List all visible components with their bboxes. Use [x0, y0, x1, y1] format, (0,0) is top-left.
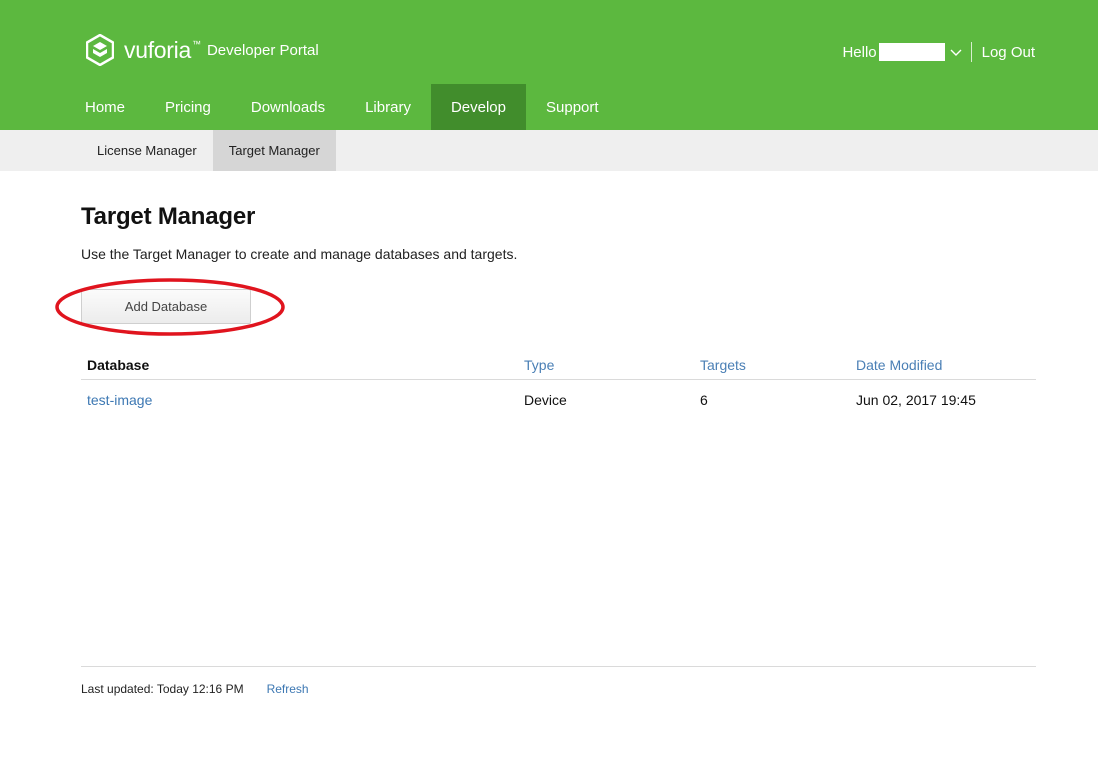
column-header-targets[interactable]: Targets [700, 354, 746, 376]
chevron-down-icon[interactable] [949, 45, 963, 59]
nav-item-pricing[interactable]: Pricing [145, 84, 231, 130]
nav-item-develop[interactable]: Develop [430, 84, 526, 130]
top-header: vuforia ™ Developer Portal Hello Log Out … [0, 0, 1098, 130]
refresh-link[interactable]: Refresh [267, 682, 309, 696]
username-redacted[interactable] [878, 43, 945, 61]
add-database-button[interactable]: Add Database [81, 289, 251, 324]
trademark-mark: ™ [191, 39, 201, 49]
main-nav: Home Pricing Downloads Library Develop S… [65, 84, 619, 130]
database-type: Device [524, 392, 567, 408]
logout-link[interactable]: Log Out [982, 44, 1035, 61]
column-header-type[interactable]: Type [524, 354, 554, 376]
nav-item-library[interactable]: Library [345, 84, 431, 130]
portal-name: Developer Portal [206, 41, 319, 59]
table-header: Database Type Targets Date Modified [81, 352, 1036, 380]
last-updated-text: Last updated: Today 12:16 PM [81, 682, 244, 696]
header-separator [970, 42, 972, 62]
nav-item-support[interactable]: Support [526, 84, 619, 130]
nav-item-home[interactable]: Home [65, 84, 145, 130]
vuforia-logo[interactable]: vuforia ™ Developer Portal [86, 33, 319, 67]
footer-status: Last updated: Today 12:16 PM Refresh [81, 682, 309, 696]
sub-nav: License Manager Target Manager [0, 130, 1098, 171]
table-row: test-image Device 6 Jun 02, 2017 19:45 [81, 380, 1036, 420]
hello-label: Hello [842, 43, 877, 61]
column-header-database[interactable]: Database [87, 354, 149, 376]
database-table: Database Type Targets Date Modified test… [81, 352, 1036, 420]
tab-license-manager[interactable]: License Manager [81, 130, 213, 171]
vuforia-logo-icon [86, 34, 114, 66]
database-date-modified: Jun 02, 2017 19:45 [856, 392, 976, 408]
database-name-link[interactable]: test-image [87, 389, 152, 411]
page-title: Target Manager [81, 203, 256, 230]
tab-target-manager[interactable]: Target Manager [212, 130, 336, 171]
brand-name: vuforia [124, 36, 191, 63]
footer-divider [81, 666, 1036, 667]
user-area: Hello Log Out [842, 42, 1035, 62]
column-header-date-modified[interactable]: Date Modified [856, 354, 942, 376]
nav-item-downloads[interactable]: Downloads [231, 84, 345, 130]
page-description: Use the Target Manager to create and man… [81, 246, 518, 262]
database-targets-count: 6 [700, 392, 708, 408]
